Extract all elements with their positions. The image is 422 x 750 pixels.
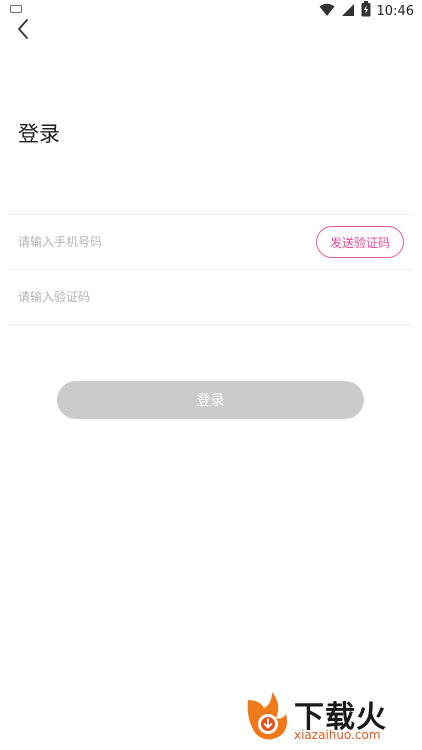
- phone-row: 发送验证码: [8, 214, 412, 269]
- status-time: 10:46: [376, 3, 414, 19]
- battery-icon: [361, 1, 371, 21]
- watermark-logo: 下载火 xiazaihuo.com: [242, 690, 414, 744]
- wifi-icon: [319, 2, 335, 21]
- back-button[interactable]: [14, 18, 32, 40]
- page-title: 登录: [18, 122, 60, 146]
- login-button[interactable]: 登录: [57, 381, 364, 419]
- status-icons: 10:46: [319, 1, 414, 21]
- keyboard-indicator: [10, 5, 22, 13]
- signal-icon: [341, 2, 355, 21]
- status-bar: 10:46: [0, 0, 422, 22]
- login-form: 发送验证码: [8, 214, 412, 325]
- watermark-brand-en: xiazaihuo.com: [294, 728, 381, 742]
- send-code-button[interactable]: 发送验证码: [316, 226, 404, 258]
- keyboard-icon: [10, 5, 22, 13]
- code-row: [8, 269, 412, 325]
- verification-code-input[interactable]: [18, 270, 298, 324]
- back-arrow-icon: [18, 19, 28, 39]
- phone-input[interactable]: [18, 215, 298, 269]
- flame-logo-icon: [247, 692, 288, 740]
